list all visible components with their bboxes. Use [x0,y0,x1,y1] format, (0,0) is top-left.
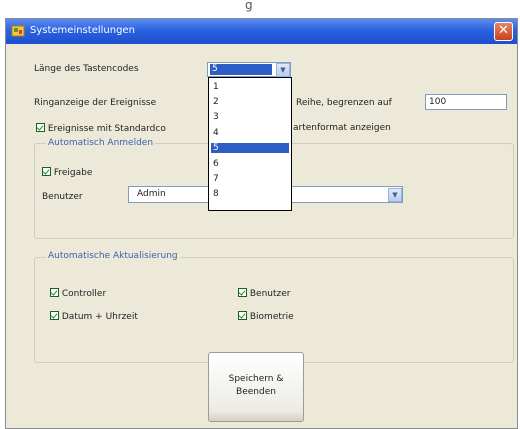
close-button[interactable]: ✕ [494,22,513,41]
datetime-checkbox[interactable]: Datum + Uhrzeit [50,311,138,322]
checkbox-checked-icon[interactable] [238,311,247,320]
dropdown-option-7[interactable]: 7 [211,174,289,184]
user-update-checkbox[interactable]: Benutzer [238,288,291,299]
limit-label: Reihe, begrenzen auf [296,98,392,108]
datetime-label: Datum + Uhrzeit [61,312,138,322]
code-length-label: Länge des Tastencodes [34,64,139,74]
dropdown-option-2[interactable]: 2 [211,97,289,107]
standard-format-checkbox[interactable]: Ereignisse mit Standardco [36,123,166,134]
release-label: Freigabe [53,168,93,178]
controller-checkbox[interactable]: Controller [50,288,106,299]
dropdown-option-4[interactable]: 4 [211,128,289,138]
dropdown-option-6[interactable]: 6 [211,159,289,169]
limit-input[interactable]: 100 [425,94,507,110]
controller-label: Controller [61,289,107,299]
ring-display-label: Ringanzeige der Ereignisse [34,98,157,108]
standard-format-label: Ereignisse mit Standardco [47,124,166,134]
code-length-selected-value: 5 [210,64,272,75]
chevron-down-icon[interactable]: ▼ [276,63,290,77]
standard-format-label-right: artenformat anzeigen [293,123,391,133]
dropdown-option-5-selected[interactable]: 5 [211,143,289,153]
auto-login-group-title: Automatisch Anmelden [46,138,156,148]
dropdown-option-1[interactable]: 1 [211,82,289,92]
window-title: Systemeinstellungen [30,25,135,36]
checkbox-checked-icon[interactable] [238,288,247,297]
user-label: Benutzer [42,192,83,202]
code-length-select[interactable]: 5 ▼ [207,62,291,77]
save-button-label-line2: Beenden [236,387,276,397]
background-title-fragment: g [245,0,253,12]
user-update-label: Benutzer [249,289,291,299]
title-bar[interactable]: Systemeinstellungen ✕ [6,19,517,44]
dropdown-option-3[interactable]: 3 [211,112,289,122]
save-button-label-line1: Speichern & [228,374,284,384]
checkbox-checked-icon[interactable] [36,123,45,132]
user-selected-value: Admin [137,189,166,199]
auto-update-group [34,257,514,363]
app-icon [11,25,25,37]
checkbox-checked-icon[interactable] [42,167,51,176]
checkbox-checked-icon[interactable] [50,311,59,320]
biometrics-checkbox[interactable]: Biometrie [238,311,294,322]
dropdown-option-8[interactable]: 8 [211,189,289,199]
chevron-down-icon[interactable]: ▼ [388,188,402,202]
save-and-exit-button[interactable]: Speichern & Beenden [208,352,304,422]
checkbox-checked-icon[interactable] [50,288,59,297]
settings-dialog: Systemeinstellungen ✕ Länge des Tastenco… [5,18,518,429]
release-checkbox[interactable]: Freigabe [42,167,92,178]
code-length-dropdown-list[interactable]: 1 2 3 4 5 6 7 8 [208,77,292,211]
auto-update-group-title: Automatische Aktualisierung [46,251,180,261]
biometrics-label: Biometrie [249,312,294,322]
